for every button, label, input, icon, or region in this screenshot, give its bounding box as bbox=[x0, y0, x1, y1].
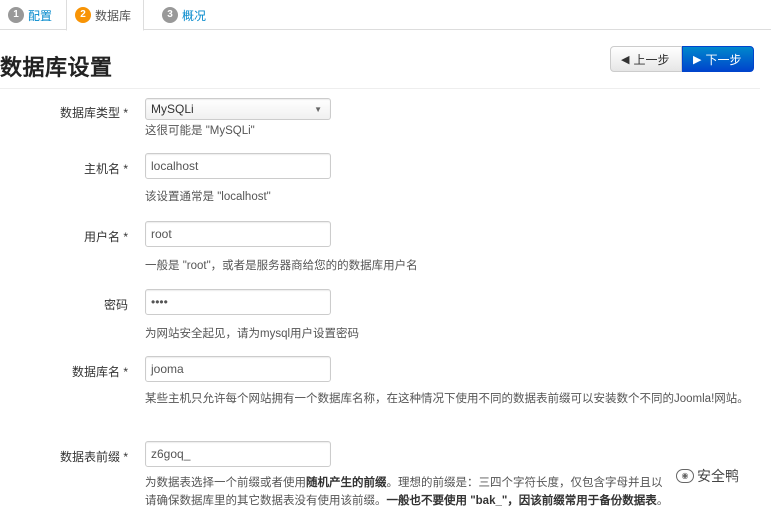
step-number-badge: 1 bbox=[8, 7, 24, 23]
prefix-help-text: 。理想的前缀是：三四个字符长度，仅包含字母并且以 bbox=[386, 477, 663, 489]
step-number-badge: 3 bbox=[162, 7, 178, 23]
db-name-input[interactable]: jooma bbox=[145, 356, 331, 382]
next-label: 下一步 bbox=[705, 52, 742, 67]
chevron-down-icon: ▼ bbox=[314, 104, 322, 114]
prefix-label: 数据表前缀 * bbox=[59, 450, 128, 464]
tab-config[interactable]: 1 配置 bbox=[0, 0, 60, 30]
next-button[interactable]: ▶ 下一步 bbox=[682, 46, 754, 72]
prefix-help: 为数据表选择一个前缀或者使用随机产生的前缀。理想的前缀是：三四个字符长度，仅包含… bbox=[145, 474, 750, 508]
tab-label: 配置 bbox=[28, 8, 53, 23]
db-type-help: 这很可能是 "MySQLi" bbox=[145, 125, 255, 137]
previous-button[interactable]: ◀ 上一步 bbox=[610, 46, 682, 72]
db-type-select[interactable]: MySQLi ▼ bbox=[145, 98, 331, 120]
tab-label: 概况 bbox=[182, 8, 207, 23]
arrow-right-icon: ▶ bbox=[693, 53, 702, 66]
previous-label: 上一步 bbox=[633, 52, 670, 67]
watermark: ◉ 安全鸭 bbox=[676, 466, 739, 486]
user-input[interactable]: root bbox=[145, 221, 331, 247]
tab-overview[interactable]: 3 概况 bbox=[154, 0, 224, 30]
arrow-left-icon: ◀ bbox=[621, 53, 630, 66]
db-name-label: 数据库名 * bbox=[71, 365, 128, 379]
host-help: 该设置通常是 "localhost" bbox=[145, 191, 271, 203]
page-title: 数据库设置 bbox=[0, 55, 113, 80]
wizard-nav: ◀ 上一步 ▶ 下一步 bbox=[610, 46, 754, 72]
db-type-label: 数据库类型 * bbox=[59, 106, 128, 120]
host-input[interactable]: localhost bbox=[145, 153, 331, 179]
user-label: 用户名 * bbox=[83, 230, 128, 244]
db-name-help: 某些主机只允许每个网站拥有一个数据库名称，在这种情况下使用不同的数据表前缀可以安… bbox=[145, 393, 749, 405]
prefix-help-text: 。 bbox=[656, 495, 669, 507]
password-help: 为网站安全起见，请为mysql用户设置密码 bbox=[145, 328, 360, 340]
prefix-input[interactable]: z6goq_ bbox=[145, 441, 331, 467]
prefix-help-text: 为数据表选择一个前缀或者使用 bbox=[145, 477, 306, 489]
tab-label: 数据库 bbox=[95, 8, 132, 23]
password-input[interactable]: •••• bbox=[145, 289, 331, 315]
prefix-help-text: 请确保数据库里的其它数据表没有使用该前缀。 bbox=[145, 495, 387, 507]
password-label: 密码 bbox=[103, 298, 128, 312]
user-help: 一般是 "root"，或者是服务器商给您的的数据库用户名 bbox=[145, 260, 418, 272]
host-label: 主机名 * bbox=[83, 162, 128, 176]
divider bbox=[0, 88, 760, 89]
wechat-icon: ◉ bbox=[676, 469, 694, 483]
db-type-value: MySQLi bbox=[151, 102, 194, 116]
prefix-help-bold: 随机产生的前缀 bbox=[306, 477, 387, 489]
step-number-badge: 2 bbox=[75, 7, 91, 23]
prefix-help-bold: 一般也不要使用 "bak_"，因该前缀常用于备份数据表 bbox=[386, 495, 657, 507]
step-tabs: 1 配置 2 数据库 3 概况 bbox=[0, 0, 771, 31]
watermark-text: 安全鸭 bbox=[697, 468, 739, 484]
tab-database[interactable]: 2 数据库 bbox=[66, 0, 144, 31]
